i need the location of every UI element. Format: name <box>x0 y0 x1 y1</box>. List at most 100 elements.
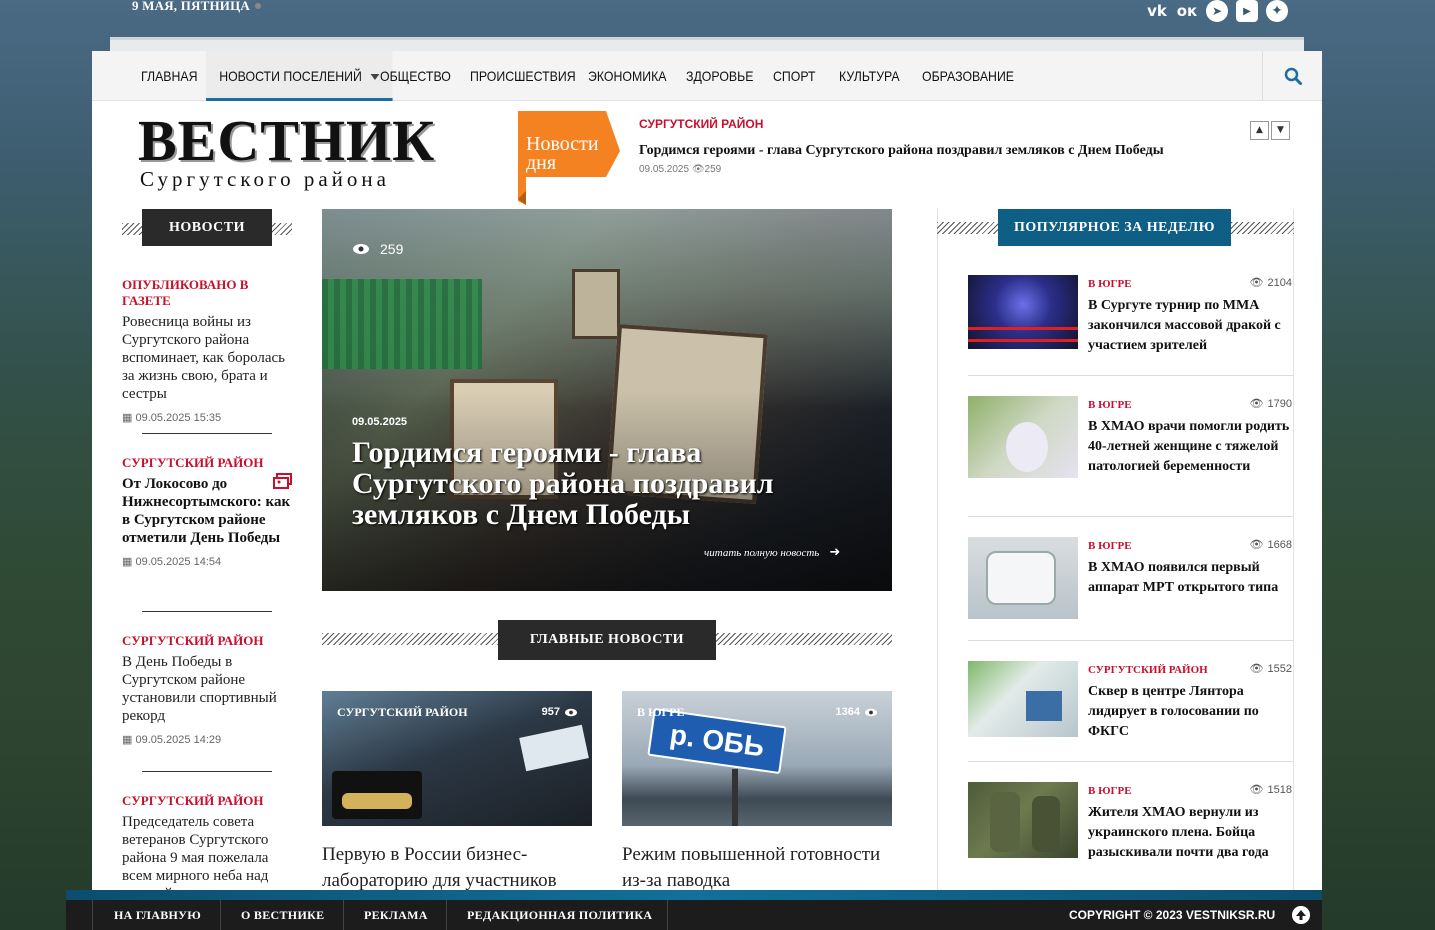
site-logo[interactable]: ВЕСТНИК Сургутского района <box>138 112 435 192</box>
left-news-title[interactable]: Ровесница войны из Сургутского района вс… <box>122 313 292 403</box>
popular-category[interactable]: В ЮГРЕ <box>1088 785 1132 797</box>
ticker-category[interactable]: СУРГУТСКИЙ РАЙОН <box>639 117 763 131</box>
odnoklassniki-icon[interactable]: ок <box>1176 0 1198 22</box>
header-shadow <box>110 37 1304 51</box>
ticker-meta: 09.05.2025 👁259 <box>639 164 722 175</box>
footer-link-ads[interactable]: РЕКЛАМА <box>364 900 428 930</box>
footer-link-home[interactable]: НА ГЛАВНУЮ <box>114 900 201 930</box>
left-news-category[interactable]: СУРГУТСКИЙ РАЙОН <box>122 455 292 471</box>
ballot-booth-shape <box>1026 691 1062 721</box>
popular-title[interactable]: В Сургуте турнир по ММА закончился массо… <box>1088 296 1293 356</box>
popular-item[interactable]: В ЮГРЕ 👁 2104 В Сургуте турнир по ММА зак… <box>968 275 1293 355</box>
card-views-count: 957 <box>541 706 560 718</box>
ticker-title[interactable]: Гордимся героями - глава Сургутского рай… <box>639 143 1164 159</box>
popular-views: 👁 1552 <box>1250 662 1292 676</box>
left-news-date-text: 09.05.2025 14:54 <box>135 556 222 568</box>
popular-category[interactable]: В ЮГРЕ <box>1088 278 1132 290</box>
main-news-heading: ГЛАВНЫЕ НОВОСТИ <box>498 620 716 660</box>
card-title[interactable]: Первую в России бизнес-лабораторию для у… <box>322 842 592 894</box>
footer-link-about[interactable]: О ВЕСТНИКЕ <box>241 900 324 930</box>
hero-title[interactable]: Гордимся героями - глава Сургутского рай… <box>352 437 852 530</box>
left-news-item[interactable]: СУРГУТСКИЙ РАЙОН В День Победы в Сургутс… <box>122 633 292 746</box>
card-category[interactable]: СУРГУТСКИЙ РАЙОН <box>337 705 468 720</box>
card-category[interactable]: В ЮГРЕ <box>637 705 684 720</box>
footer-link-policy[interactable]: РЕДАКЦИОННАЯ ПОЛИТИКА <box>467 900 652 930</box>
divider <box>142 611 272 612</box>
copyright: COPYRIGHT © 2023 VESTNIKSR.RU <box>1069 908 1276 922</box>
left-news-date-text: 09.05.2025 15:35 <box>135 412 222 424</box>
popular-title[interactable]: В ХМАО врачи помогли родить 40-летней же… <box>1088 417 1293 477</box>
left-news-item[interactable]: СУРГУТСКИЙ РАЙОН Председатель совета вет… <box>122 793 292 899</box>
nav-item-health[interactable]: ЗДОРОВЬЕ <box>686 51 753 101</box>
chevron-down-icon <box>370 74 380 81</box>
main-news-card[interactable]: СУРГУТСКИЙ РАЙОН 957 Первую в России биз… <box>322 691 592 894</box>
left-news-title[interactable]: Председатель совета ветеранов Сургутског… <box>122 813 292 899</box>
eye-icon <box>565 708 577 716</box>
footer-accent <box>66 890 1322 900</box>
divider <box>446 900 447 930</box>
left-news-category[interactable]: ОПУБЛИКОВАНО В ГАЗЕТЕ <box>122 277 292 309</box>
nav-item-settlements-label: НОВОСТИ ПОСЕЛЕНИЙ <box>219 68 362 84</box>
divider <box>667 900 668 930</box>
popular-title[interactable]: Сквер в центре Лянтора лидирует в голосо… <box>1088 682 1293 742</box>
left-news-title[interactable]: От Локосово до Нижнесортымского: как в С… <box>122 475 292 547</box>
popular-thumb <box>968 275 1078 349</box>
ticker-next-button[interactable]: ▼ <box>1271 121 1290 140</box>
nav-item-society[interactable]: ОБЩЕСТВО <box>380 51 451 101</box>
left-news-category[interactable]: СУРГУТСКИЙ РАЙОН <box>122 793 292 809</box>
left-news-title[interactable]: В День Победы в Сургутском районе устано… <box>122 653 292 725</box>
popular-item[interactable]: В ЮГРЕ 👁 1518 Жителя ХМАО вернули из укра… <box>968 782 1293 866</box>
nav-item-culture[interactable]: КУЛЬТУРА <box>839 51 900 101</box>
news-of-day-line2: дня <box>526 152 557 174</box>
nav-item-incidents[interactable]: ПРОИСШЕСТВИЯ <box>470 51 576 101</box>
left-news-category[interactable]: СУРГУТСКИЙ РАЙОН <box>122 633 292 649</box>
page-container: ГЛАВНАЯ НОВОСТИ ПОСЕЛЕНИЙ ОБЩЕСТВО ПРОИС… <box>92 51 1322 930</box>
popular-category[interactable]: В ЮГРЕ <box>1088 540 1132 552</box>
social-links: vk ок ➤ ▶ ✦ <box>1146 0 1288 22</box>
popular-views-count: 1552 <box>1267 662 1292 675</box>
divider <box>92 900 93 930</box>
nav-item-settlements[interactable]: НОВОСТИ ПОСЕЛЕНИЙ <box>206 51 393 101</box>
scroll-top-button[interactable] <box>1292 906 1310 924</box>
popular-title[interactable]: Жителя ХМАО вернули из украинского плена… <box>1088 803 1293 863</box>
divider <box>968 375 1293 376</box>
left-news-date: ▦ 09.05.2025 14:29 <box>122 733 292 746</box>
popular-category[interactable]: В ЮГРЕ <box>1088 399 1132 411</box>
popular-thumb <box>968 661 1078 737</box>
left-news-date: ▦ 09.05.2025 14:54 <box>122 555 292 568</box>
search-button[interactable] <box>1262 51 1322 101</box>
popular-item[interactable]: СУРГУТСКИЙ РАЙОН 👁 1552 Сквер в центре Ля… <box>968 661 1293 745</box>
popular-category[interactable]: СУРГУТСКИЙ РАЙОН <box>1088 664 1208 676</box>
rutube-icon[interactable]: ▶ <box>1236 0 1258 22</box>
popular-title[interactable]: В ХМАО появился первый аппарат МРТ откры… <box>1088 558 1293 598</box>
read-more-link[interactable]: читать полную новость ➜ <box>704 545 840 560</box>
card-views-count: 1364 <box>835 706 860 718</box>
eye-icon: 👁 <box>1249 277 1264 289</box>
eye-icon: 👁 <box>1249 398 1264 410</box>
hero-photo-fence <box>322 279 482 369</box>
telegram-icon[interactable]: ➤ <box>1206 0 1228 22</box>
ticker-prev-button[interactable]: ▲ <box>1250 121 1269 140</box>
zen-icon[interactable]: ✦ <box>1266 0 1288 22</box>
divider <box>220 900 221 930</box>
nav-item-home[interactable]: ГЛАВНАЯ <box>141 51 198 101</box>
popular-thumb <box>968 396 1078 478</box>
calendar-icon: ▦ <box>122 734 133 746</box>
left-news-item[interactable]: СУРГУТСКИЙ РАЙОН От Локосово до Нижнесор… <box>122 455 292 568</box>
nav-item-economy[interactable]: ЭКОНОМИКА <box>588 51 666 101</box>
divider <box>142 771 272 772</box>
main-news-card[interactable]: р. ОБЬ В ЮГРЕ 1364 Режим повышенной гото… <box>622 691 892 894</box>
popular-item[interactable]: В ЮГРЕ 👁 1790 В ХМАО врачи помогли родить… <box>968 396 1293 496</box>
hero-article[interactable]: 259 09.05.2025 Гордимся героями - глава … <box>322 209 892 591</box>
briefcase-handle-shape <box>342 793 412 809</box>
current-date: 9 МАЯ, ПЯТНИЦА <box>132 0 250 13</box>
hero-views-count: 259 <box>380 241 404 257</box>
hero-date: 09.05.2025 <box>352 416 408 428</box>
left-news-item[interactable]: ОПУБЛИКОВАНО В ГАЗЕТЕ Ровесница войны из… <box>122 277 292 424</box>
nav-item-education[interactable]: ОБРАЗОВАНИЕ <box>922 51 1014 101</box>
card-title[interactable]: Режим повышенной готовности из-за паводк… <box>622 842 892 894</box>
vk-icon[interactable]: vk <box>1146 0 1168 22</box>
nav-item-sport[interactable]: СПОРТ <box>773 51 816 101</box>
popular-item[interactable]: В ЮГРЕ 👁 1668 В ХМАО появился первый аппа… <box>968 537 1293 621</box>
popular-views: 👁 1790 <box>1249 397 1292 411</box>
